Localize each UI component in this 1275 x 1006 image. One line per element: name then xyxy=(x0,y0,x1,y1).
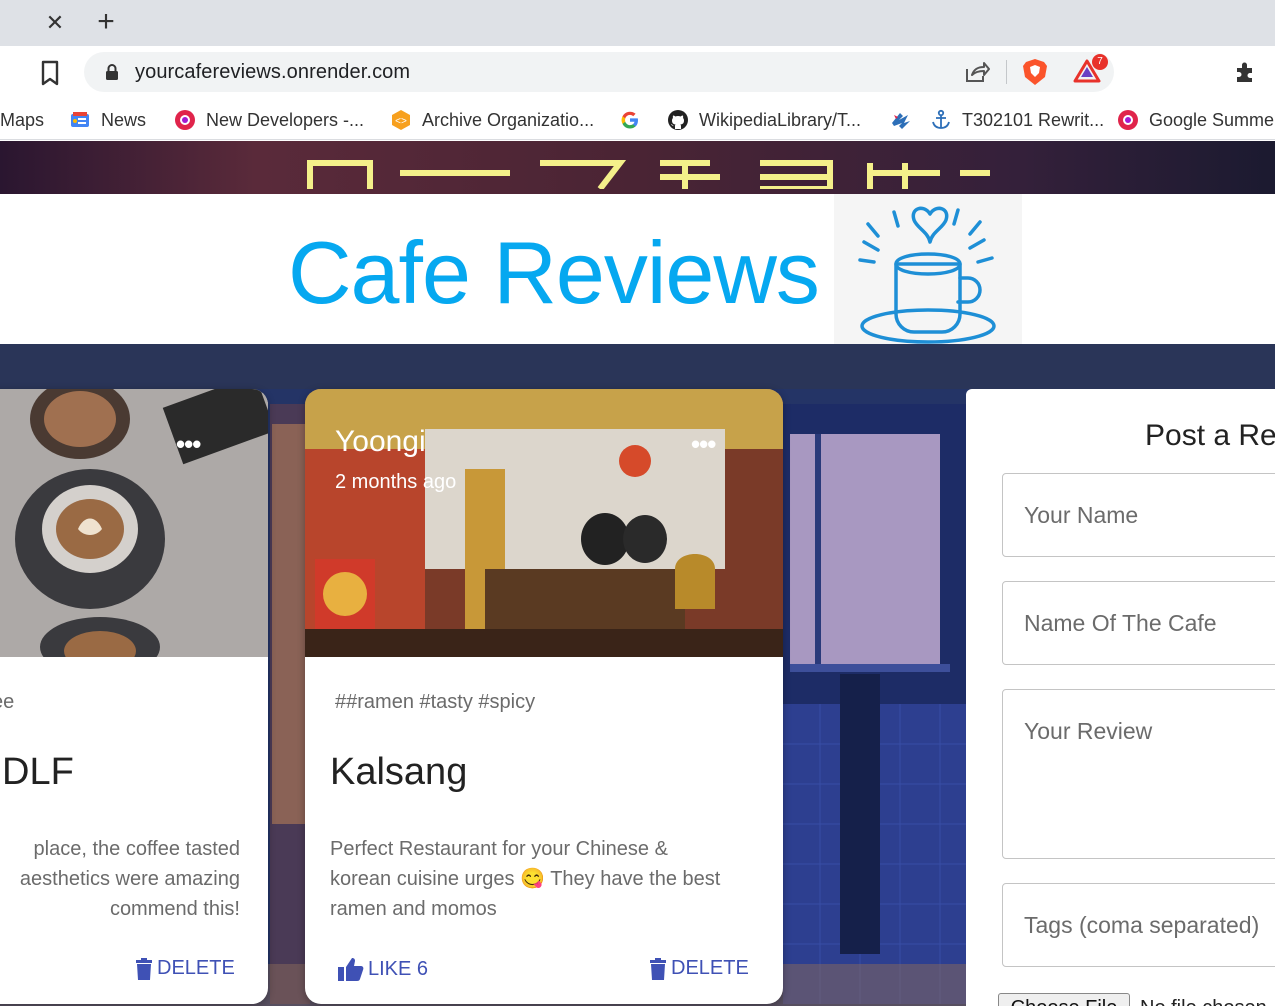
card-tags: ee xyxy=(0,691,15,713)
lock-icon[interactable] xyxy=(104,63,120,81)
archive-icon: <> xyxy=(390,109,412,131)
form-title: Post a Re xyxy=(1145,419,1275,452)
rewards-badge: 7 xyxy=(1092,54,1108,70)
bookmark-label: Maps xyxy=(0,109,45,130)
review-image xyxy=(0,389,268,657)
bookmark-news[interactable]: News xyxy=(69,108,146,132)
bookmark-label: News xyxy=(101,109,147,130)
bookmarks-bar: Maps News New Developers -... <> Archive… xyxy=(0,100,1275,140)
card-description-line: commend this! xyxy=(109,898,240,920)
review-card: Yoongi 2 months ago ••• ##ramen #tasty #… xyxy=(305,389,783,1004)
review-textarea[interactable]: Your Review xyxy=(1002,689,1275,859)
cafe-name-field[interactable]: Name Of The Cafe xyxy=(1002,581,1275,665)
omnibox-separator xyxy=(1006,60,1007,84)
your-name-field[interactable]: Your Name xyxy=(1002,473,1275,557)
delete-label: DELETE xyxy=(157,957,235,979)
cafe-name-placeholder: Name Of The Cafe xyxy=(1024,610,1217,636)
mediawiki-icon xyxy=(174,109,196,131)
extensions-puzzle-icon[interactable] xyxy=(1234,60,1258,84)
tags-placeholder: Tags (coma separated) xyxy=(1024,912,1260,938)
url-text[interactable]: yourcafereviews.onrender.com xyxy=(135,61,410,84)
your-name-placeholder: Your Name xyxy=(1024,502,1139,528)
thumb-up-icon xyxy=(338,958,364,981)
share-icon[interactable] xyxy=(964,60,990,84)
bookmark-label: Archive Organizatio... xyxy=(422,109,595,130)
review-card: i ••• ee DLF place, the coffee tasted ae… xyxy=(0,389,268,1004)
card-author: Yoongi xyxy=(335,425,426,458)
trash-icon xyxy=(650,957,666,980)
card-tags: ##ramen #tasty #spicy xyxy=(335,691,536,713)
google-news-icon xyxy=(69,109,91,131)
card-title: Kalsang xyxy=(330,751,468,793)
svg-text:<>: <> xyxy=(395,116,407,127)
site-title: Cafe Reviews xyxy=(288,223,820,322)
card-timestamp: 2 months ago xyxy=(335,471,457,493)
bookmark-icon[interactable] xyxy=(38,59,62,87)
trash-icon xyxy=(136,957,152,980)
card-description-line: korean cuisine urges 😋 They have the bes… xyxy=(330,868,721,890)
github-icon xyxy=(667,109,689,131)
review-placeholder: Your Review xyxy=(1024,718,1153,744)
card-description: Perfect Restaurant for your Chinese & ko… xyxy=(330,834,720,924)
mediawiki-icon xyxy=(1117,109,1139,131)
google-icon xyxy=(619,109,641,131)
delete-button[interactable]: DELETE xyxy=(649,957,749,980)
close-tab-icon[interactable]: ✕ xyxy=(44,10,66,36)
address-bar[interactable]: yourcafereviews.onrender.com 7 xyxy=(84,52,1114,92)
tags-field[interactable]: Tags (coma separated) xyxy=(1002,883,1275,967)
bookmark-label: Google Summe xyxy=(1149,109,1275,130)
page-content: Cafe Reviews ••• e DLF place, the coffee… xyxy=(0,141,1275,1006)
like-label: LIKE 6 xyxy=(368,957,429,980)
bookmark-maps[interactable]: Maps xyxy=(0,108,44,132)
new-tab-icon[interactable]: + xyxy=(92,6,120,38)
bookmark-archive[interactable]: <> Archive Organizatio... xyxy=(390,108,594,132)
more-options-icon[interactable]: ••• xyxy=(691,429,716,460)
coffee-cup-icon xyxy=(858,206,996,344)
card-title: DLF xyxy=(2,751,74,793)
post-review-form: Post a Re Your Name Name Of The Cafe You… xyxy=(966,389,1275,1006)
bookmark-label: New Developers -... xyxy=(206,109,365,130)
neon-sign-graphic xyxy=(307,160,990,189)
neon-sign-banner xyxy=(0,141,1275,194)
card-description-line: Perfect Restaurant for your Chinese & xyxy=(330,838,668,860)
card-description: place, the coffee tasted aesthetics were… xyxy=(0,834,240,924)
choose-file-button[interactable]: Choose File xyxy=(998,993,1130,1006)
bookmark-t302101[interactable]: T302101 Rewrit... xyxy=(930,108,1104,132)
tab-strip: ✕ + xyxy=(0,0,1275,46)
bookmark-google[interactable] xyxy=(619,108,641,132)
bookmark-wikipedialibrary[interactable]: WikipediaLibrary/T... xyxy=(667,108,861,132)
site-header: Cafe Reviews xyxy=(0,194,1275,344)
bookmark-label: WikipediaLibrary/T... xyxy=(699,109,862,130)
card-description-line: place, the coffee tasted xyxy=(33,838,240,860)
bookmark-label: T302101 Rewrit... xyxy=(962,109,1105,130)
delete-button[interactable]: DELETE xyxy=(135,957,235,980)
phabricator-icon xyxy=(890,109,912,131)
coffee-cup-logo xyxy=(834,194,1022,344)
delete-label: DELETE xyxy=(671,957,749,979)
card-description-line: ramen and momos xyxy=(330,898,497,920)
more-options-icon[interactable]: ••• xyxy=(176,429,201,460)
file-status: No file chosen xyxy=(1140,997,1267,1006)
brave-shields-icon[interactable] xyxy=(1022,58,1048,86)
bookmark-new-developers[interactable]: New Developers -... xyxy=(174,108,364,132)
bookmark-google-summer[interactable]: Google Summe xyxy=(1117,108,1274,132)
card-description-line: aesthetics were amazing xyxy=(19,868,240,890)
like-button[interactable]: LIKE 6 xyxy=(338,957,428,981)
bookmark-phabricator[interactable] xyxy=(890,108,912,132)
browser-toolbar: yourcafereviews.onrender.com 7 xyxy=(0,46,1275,100)
anchor-icon xyxy=(930,109,952,131)
